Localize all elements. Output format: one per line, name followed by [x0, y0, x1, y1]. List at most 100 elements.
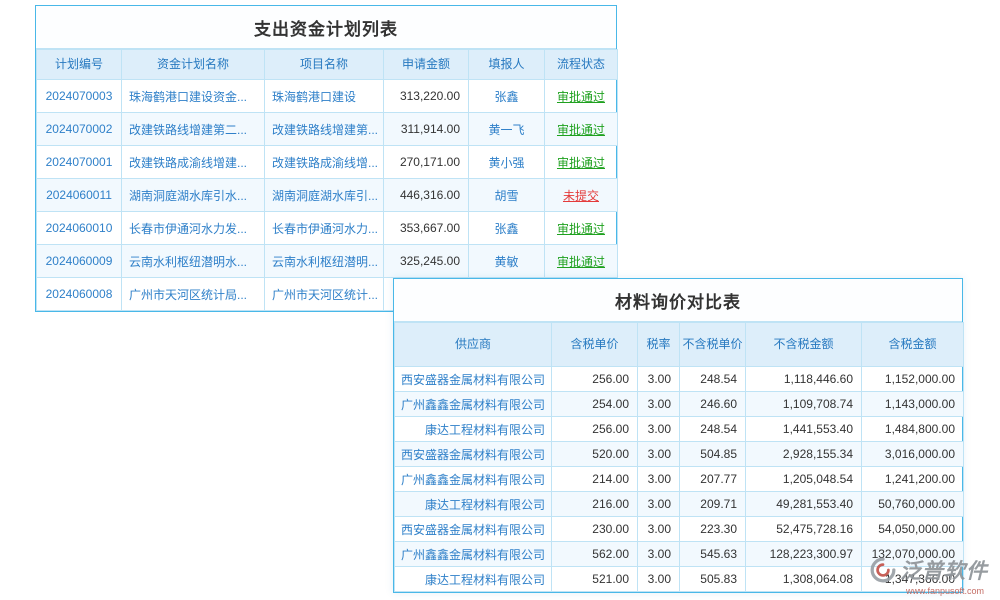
tax-rate-value: 3.00: [638, 467, 680, 492]
supplier-link[interactable]: 西安盛器金属材料有限公司: [395, 517, 552, 542]
tax-price-value: 214.00: [552, 467, 638, 492]
fund-plan-name-link[interactable]: 湖南洞庭湖水库引水...: [122, 179, 265, 212]
status-link[interactable]: 审批通过: [557, 222, 605, 236]
net-price-value: 248.54: [680, 367, 746, 392]
apply-amount-value: 446,316.00: [384, 179, 469, 212]
fund-plan-name-link[interactable]: 长春市伊通河水力发...: [122, 212, 265, 245]
apply-amount-value: 270,171.00: [384, 146, 469, 179]
supplier-link[interactable]: 康达工程材料有限公司: [395, 492, 552, 517]
supplier-link[interactable]: 广州鑫鑫金属材料有限公司: [395, 467, 552, 492]
table-row: 康达工程材料有限公司 216.00 3.00 209.71 49,281,553…: [395, 492, 964, 517]
net-price-value: 223.30: [680, 517, 746, 542]
net-amount-value: 1,205,048.54: [746, 467, 862, 492]
tax-price-value: 521.00: [552, 567, 638, 592]
project-name-link[interactable]: 长春市伊通河水力...: [265, 212, 384, 245]
net-amount-value: 1,109,708.74: [746, 392, 862, 417]
project-name-link[interactable]: 云南水利枢纽潜明...: [265, 245, 384, 278]
table-row: 西安盛器金属材料有限公司 520.00 3.00 504.85 2,928,15…: [395, 442, 964, 467]
project-name-link[interactable]: 改建铁路线增建第...: [265, 113, 384, 146]
tax-price-value: 256.00: [552, 417, 638, 442]
net-amount-value: 52,475,728.16: [746, 517, 862, 542]
column-header-tax-amount: 含税金额: [862, 323, 964, 367]
table-row: 2024070002 改建铁路线增建第二... 改建铁路线增建第... 311,…: [37, 113, 618, 146]
column-header-net-amount: 不含税金额: [746, 323, 862, 367]
tax-rate-value: 3.00: [638, 492, 680, 517]
column-header-tax-price: 含税单价: [552, 323, 638, 367]
column-header-project-name: 项目名称: [265, 50, 384, 80]
tax-price-value: 562.00: [552, 542, 638, 567]
fund-plan-name-link[interactable]: 改建铁路成渝线增建...: [122, 146, 265, 179]
column-header-status: 流程状态: [545, 50, 618, 80]
plan-id-link[interactable]: 2024070002: [37, 113, 122, 146]
material-table-title: 材料询价对比表: [394, 279, 962, 322]
tax-price-value: 216.00: [552, 492, 638, 517]
status-link[interactable]: 审批通过: [557, 90, 605, 104]
supplier-link[interactable]: 康达工程材料有限公司: [395, 567, 552, 592]
tax-rate-value: 3.00: [638, 417, 680, 442]
supplier-link[interactable]: 西安盛器金属材料有限公司: [395, 442, 552, 467]
apply-amount-value: 311,914.00: [384, 113, 469, 146]
tax-rate-value: 3.00: [638, 442, 680, 467]
net-amount-value: 1,441,553.40: [746, 417, 862, 442]
fund-plan-name-link[interactable]: 珠海鹤港口建设资金...: [122, 80, 265, 113]
plan-id-link[interactable]: 2024060011: [37, 179, 122, 212]
supplier-link[interactable]: 康达工程材料有限公司: [395, 417, 552, 442]
material-table-header-row: 供应商 含税单价 税率 不含税单价 不含税金额 含税金额: [395, 323, 964, 367]
material-inquiry-table: 供应商 含税单价 税率 不含税单价 不含税金额 含税金额 西安盛器金属材料有限公…: [394, 322, 964, 592]
tax-price-value: 254.00: [552, 392, 638, 417]
tax-price-value: 520.00: [552, 442, 638, 467]
status-link[interactable]: 审批通过: [557, 156, 605, 170]
tax-rate-value: 3.00: [638, 367, 680, 392]
status-link[interactable]: 审批通过: [557, 255, 605, 269]
tax-amount-value: 54,050,000.00: [862, 517, 964, 542]
table-row: 广州鑫鑫金属材料有限公司 254.00 3.00 246.60 1,109,70…: [395, 392, 964, 417]
supplier-link[interactable]: 广州鑫鑫金属材料有限公司: [395, 542, 552, 567]
net-price-value: 209.71: [680, 492, 746, 517]
reporter-name: 张鑫: [469, 212, 545, 245]
tax-rate-value: 3.00: [638, 392, 680, 417]
tax-amount-value: 3,016,000.00: [862, 442, 964, 467]
plan-id-link[interactable]: 2024060008: [37, 278, 122, 311]
net-amount-value: 1,308,064.08: [746, 567, 862, 592]
status-cell: 审批通过: [545, 212, 618, 245]
table-row: 西安盛器金属材料有限公司 230.00 3.00 223.30 52,475,7…: [395, 517, 964, 542]
column-header-fund-plan-name: 资金计划名称: [122, 50, 265, 80]
apply-amount-value: 313,220.00: [384, 80, 469, 113]
fanpu-logo-icon: [870, 557, 896, 583]
tax-rate-value: 3.00: [638, 517, 680, 542]
column-header-supplier: 供应商: [395, 323, 552, 367]
project-name-link[interactable]: 广州市天河区统计...: [265, 278, 384, 311]
status-link[interactable]: 未提交: [563, 189, 599, 203]
plan-id-link[interactable]: 2024060009: [37, 245, 122, 278]
status-cell: 审批通过: [545, 245, 618, 278]
tax-rate-value: 3.00: [638, 567, 680, 592]
project-name-link[interactable]: 湖南洞庭湖水库引...: [265, 179, 384, 212]
table-row: 2024060009 云南水利枢纽潜明水... 云南水利枢纽潜明... 325,…: [37, 245, 618, 278]
project-name-link[interactable]: 改建铁路成渝线增...: [265, 146, 384, 179]
tax-rate-value: 3.00: [638, 542, 680, 567]
status-link[interactable]: 审批通过: [557, 123, 605, 137]
supplier-link[interactable]: 西安盛器金属材料有限公司: [395, 367, 552, 392]
plan-id-link[interactable]: 2024070001: [37, 146, 122, 179]
supplier-link[interactable]: 广州鑫鑫金属材料有限公司: [395, 392, 552, 417]
fund-plan-name-link[interactable]: 云南水利枢纽潜明水...: [122, 245, 265, 278]
fund-plan-name-link[interactable]: 改建铁路线增建第二...: [122, 113, 265, 146]
plan-id-link[interactable]: 2024060010: [37, 212, 122, 245]
tax-amount-value: 1,241,200.00: [862, 467, 964, 492]
net-amount-value: 2,928,155.34: [746, 442, 862, 467]
project-name-link[interactable]: 珠海鹤港口建设: [265, 80, 384, 113]
column-header-apply-amount: 申请金额: [384, 50, 469, 80]
fund-plan-name-link[interactable]: 广州市天河区统计局...: [122, 278, 265, 311]
status-cell: 未提交: [545, 179, 618, 212]
table-row: 康达工程材料有限公司 256.00 3.00 248.54 1,441,553.…: [395, 417, 964, 442]
plan-id-link[interactable]: 2024070003: [37, 80, 122, 113]
apply-amount-value: 353,667.00: [384, 212, 469, 245]
table-row: 2024070001 改建铁路成渝线增建... 改建铁路成渝线增... 270,…: [37, 146, 618, 179]
table-row: 2024070003 珠海鹤港口建设资金... 珠海鹤港口建设 313,220.…: [37, 80, 618, 113]
net-price-value: 248.54: [680, 417, 746, 442]
status-cell: 审批通过: [545, 113, 618, 146]
net-price-value: 505.83: [680, 567, 746, 592]
reporter-name: 黄一飞: [469, 113, 545, 146]
tax-price-value: 256.00: [552, 367, 638, 392]
column-header-net-price: 不含税单价: [680, 323, 746, 367]
